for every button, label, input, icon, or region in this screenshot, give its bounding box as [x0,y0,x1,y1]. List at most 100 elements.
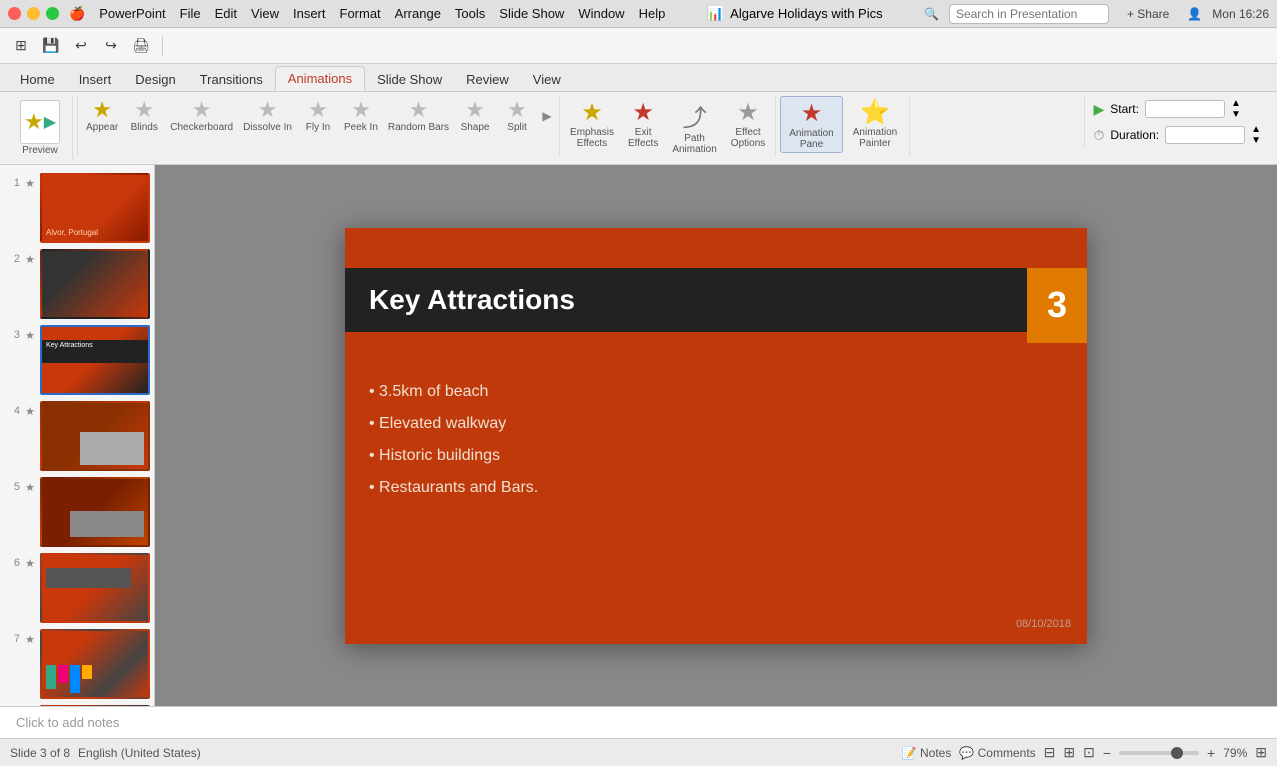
tab-transitions[interactable]: Transitions [188,68,275,91]
search-icon[interactable]: 🔍 [924,7,939,21]
slide-header: Key Attractions [345,268,1027,332]
slides-panel: 1 ★ Alvor, Portugal 2 ★ 3 ★ [0,165,155,706]
slide-thumb-3[interactable]: 3 ★ Key Attractions [4,325,150,395]
slide-thumb-1[interactable]: 1 ★ Alvor, Portugal [4,173,150,243]
tab-insert[interactable]: Insert [67,68,124,91]
duration-row: ⏱ Duration: ▲▼ [1093,124,1261,146]
slide-sorter-button[interactable]: ⊞ [1063,744,1075,761]
anim-dissolve[interactable]: ★ Dissolve In [239,97,296,135]
slide-img-inner-3: Key Attractions [42,327,148,393]
undo-button[interactable]: ↩ [68,33,94,59]
slide-img-6[interactable] [40,553,150,623]
slide-thumb-8[interactable]: 8 ★ [4,705,150,706]
slide-img-2[interactable] [40,249,150,319]
slide-num-2: 2 [4,249,20,265]
anim-flyin[interactable]: ★ Fly In [298,97,338,135]
slide-img-5[interactable] [40,477,150,547]
zoom-in-button[interactable]: + [1207,745,1215,761]
maximize-button[interactable] [46,7,59,20]
preview-button[interactable]: ★ ▶ Preview [16,98,64,158]
anim-blinds[interactable]: ★ Blinds [124,97,164,135]
duration-spinner[interactable]: ▲▼ [1251,124,1261,146]
tab-slideshow[interactable]: Slide Show [365,68,454,91]
slide-img-1[interactable]: Alvor, Portugal [40,173,150,243]
grid-button[interactable]: ⊞ [8,33,34,59]
anim-checkerboard[interactable]: ★ Checkerboard [166,97,237,135]
anim-shape[interactable]: ★ Shape [455,97,495,135]
menu-format[interactable]: Format [340,6,381,22]
slide-img-inner-6 [42,555,148,621]
exit-effects-button[interactable]: ★ ExitEffects [622,96,664,151]
slide-thumb-5[interactable]: 5 ★ [4,477,150,547]
print-button[interactable]: 🖨 [128,33,154,59]
comments-toggle-button[interactable]: 💬 Comments [959,746,1035,760]
animation-pane-button[interactable]: ★ AnimationPane [780,96,842,153]
redo-button[interactable]: ↪ [98,33,124,59]
path-animation-button[interactable]: ⤴ PathAnimation [666,96,722,157]
menu-slideshow[interactable]: Slide Show [499,6,564,22]
window-controls[interactable] [8,7,59,20]
slide-number: 3 [1047,284,1067,326]
tab-home[interactable]: Home [8,68,67,91]
preview-items: ★ ▶ Preview [16,98,64,158]
user-icon[interactable]: 👤 [1187,7,1202,21]
menu-powerpoint[interactable]: PowerPoint [99,6,165,22]
share-button[interactable]: + Share [1119,5,1177,23]
fit-slide-button[interactable]: ⊞ [1255,744,1267,761]
menu-file[interactable]: File [180,6,201,22]
notes-bar[interactable]: Click to add notes [0,706,1277,738]
notes-toggle-button[interactable]: 📝 Notes [902,746,952,760]
slide-canvas[interactable]: Key Attractions 3 • 3.5km of beach • Ele… [345,228,1087,644]
slide-date: 08/10/2018 [1016,618,1071,630]
anim-appear[interactable]: ★ Appear [82,97,122,135]
effect-options-button[interactable]: ★ EffectOptions [725,96,771,151]
start-input[interactable] [1145,100,1225,118]
close-button[interactable] [8,7,21,20]
animation-presets: ★ Appear ★ Blinds ★ Checkerboard ★ Disso… [82,96,555,136]
anim-split[interactable]: ★ Split [497,97,537,135]
reading-view-button[interactable]: ⊡ [1083,744,1095,761]
canvas-area[interactable]: Key Attractions 3 • 3.5km of beach • Ele… [155,165,1277,706]
slide-star-6: ★ [24,553,36,570]
notes-placeholder: Click to add notes [16,715,119,730]
ribbon-sep-4 [909,96,910,156]
menu-window[interactable]: Window [578,6,624,22]
slide-img-3[interactable]: Key Attractions [40,325,150,395]
animation-painter-button[interactable]: ⭐ AnimationPainter [845,96,905,151]
bullet-1: • 3.5km of beach [369,383,538,401]
slide-thumb-2[interactable]: 2 ★ [4,249,150,319]
slide-thumb-7[interactable]: 7 ★ [4,629,150,699]
zoom-out-button[interactable]: − [1103,745,1111,761]
document-title: Algarve Holidays with Pics [730,6,882,21]
minimize-button[interactable] [27,7,40,20]
tab-animations[interactable]: Animations [275,66,365,91]
apple-menu[interactable]: 🍎 [69,6,85,22]
menu-arrange[interactable]: Arrange [395,6,441,22]
start-spinner-up[interactable]: ▲▼ [1231,98,1241,120]
menu-insert[interactable]: Insert [293,6,326,22]
menu-help[interactable]: Help [639,6,666,22]
anim-peekin[interactable]: ★ Peek In [340,97,382,135]
titlebar-right: 🔍 + Share 👤 Mon 16:26 [924,4,1269,24]
save-button[interactable]: 💾 [38,33,64,59]
tab-review[interactable]: Review [454,68,521,91]
slide-img-7[interactable] [40,629,150,699]
menu-edit[interactable]: Edit [215,6,237,22]
slide-num-4: 4 [4,401,20,417]
normal-view-button[interactable]: ⊟ [1044,744,1056,761]
anim-randombars[interactable]: ★ Random Bars [384,97,453,135]
zoom-thumb [1171,747,1183,759]
tab-design[interactable]: Design [123,68,187,91]
slide-img-4[interactable] [40,401,150,471]
menu-tools[interactable]: Tools [455,6,485,22]
duration-input[interactable] [1165,126,1245,144]
search-input[interactable] [949,4,1109,24]
slide-thumb-6[interactable]: 6 ★ [4,553,150,623]
menu-view[interactable]: View [251,6,279,22]
tab-view[interactable]: View [521,68,573,91]
slide-img-8[interactable] [40,705,150,706]
emphasis-effects-button[interactable]: ★ EmphasisEffects [564,96,620,151]
animation-more-button[interactable]: ▶ [539,96,555,136]
slide-thumb-4[interactable]: 4 ★ [4,401,150,471]
zoom-slider[interactable] [1119,751,1199,755]
